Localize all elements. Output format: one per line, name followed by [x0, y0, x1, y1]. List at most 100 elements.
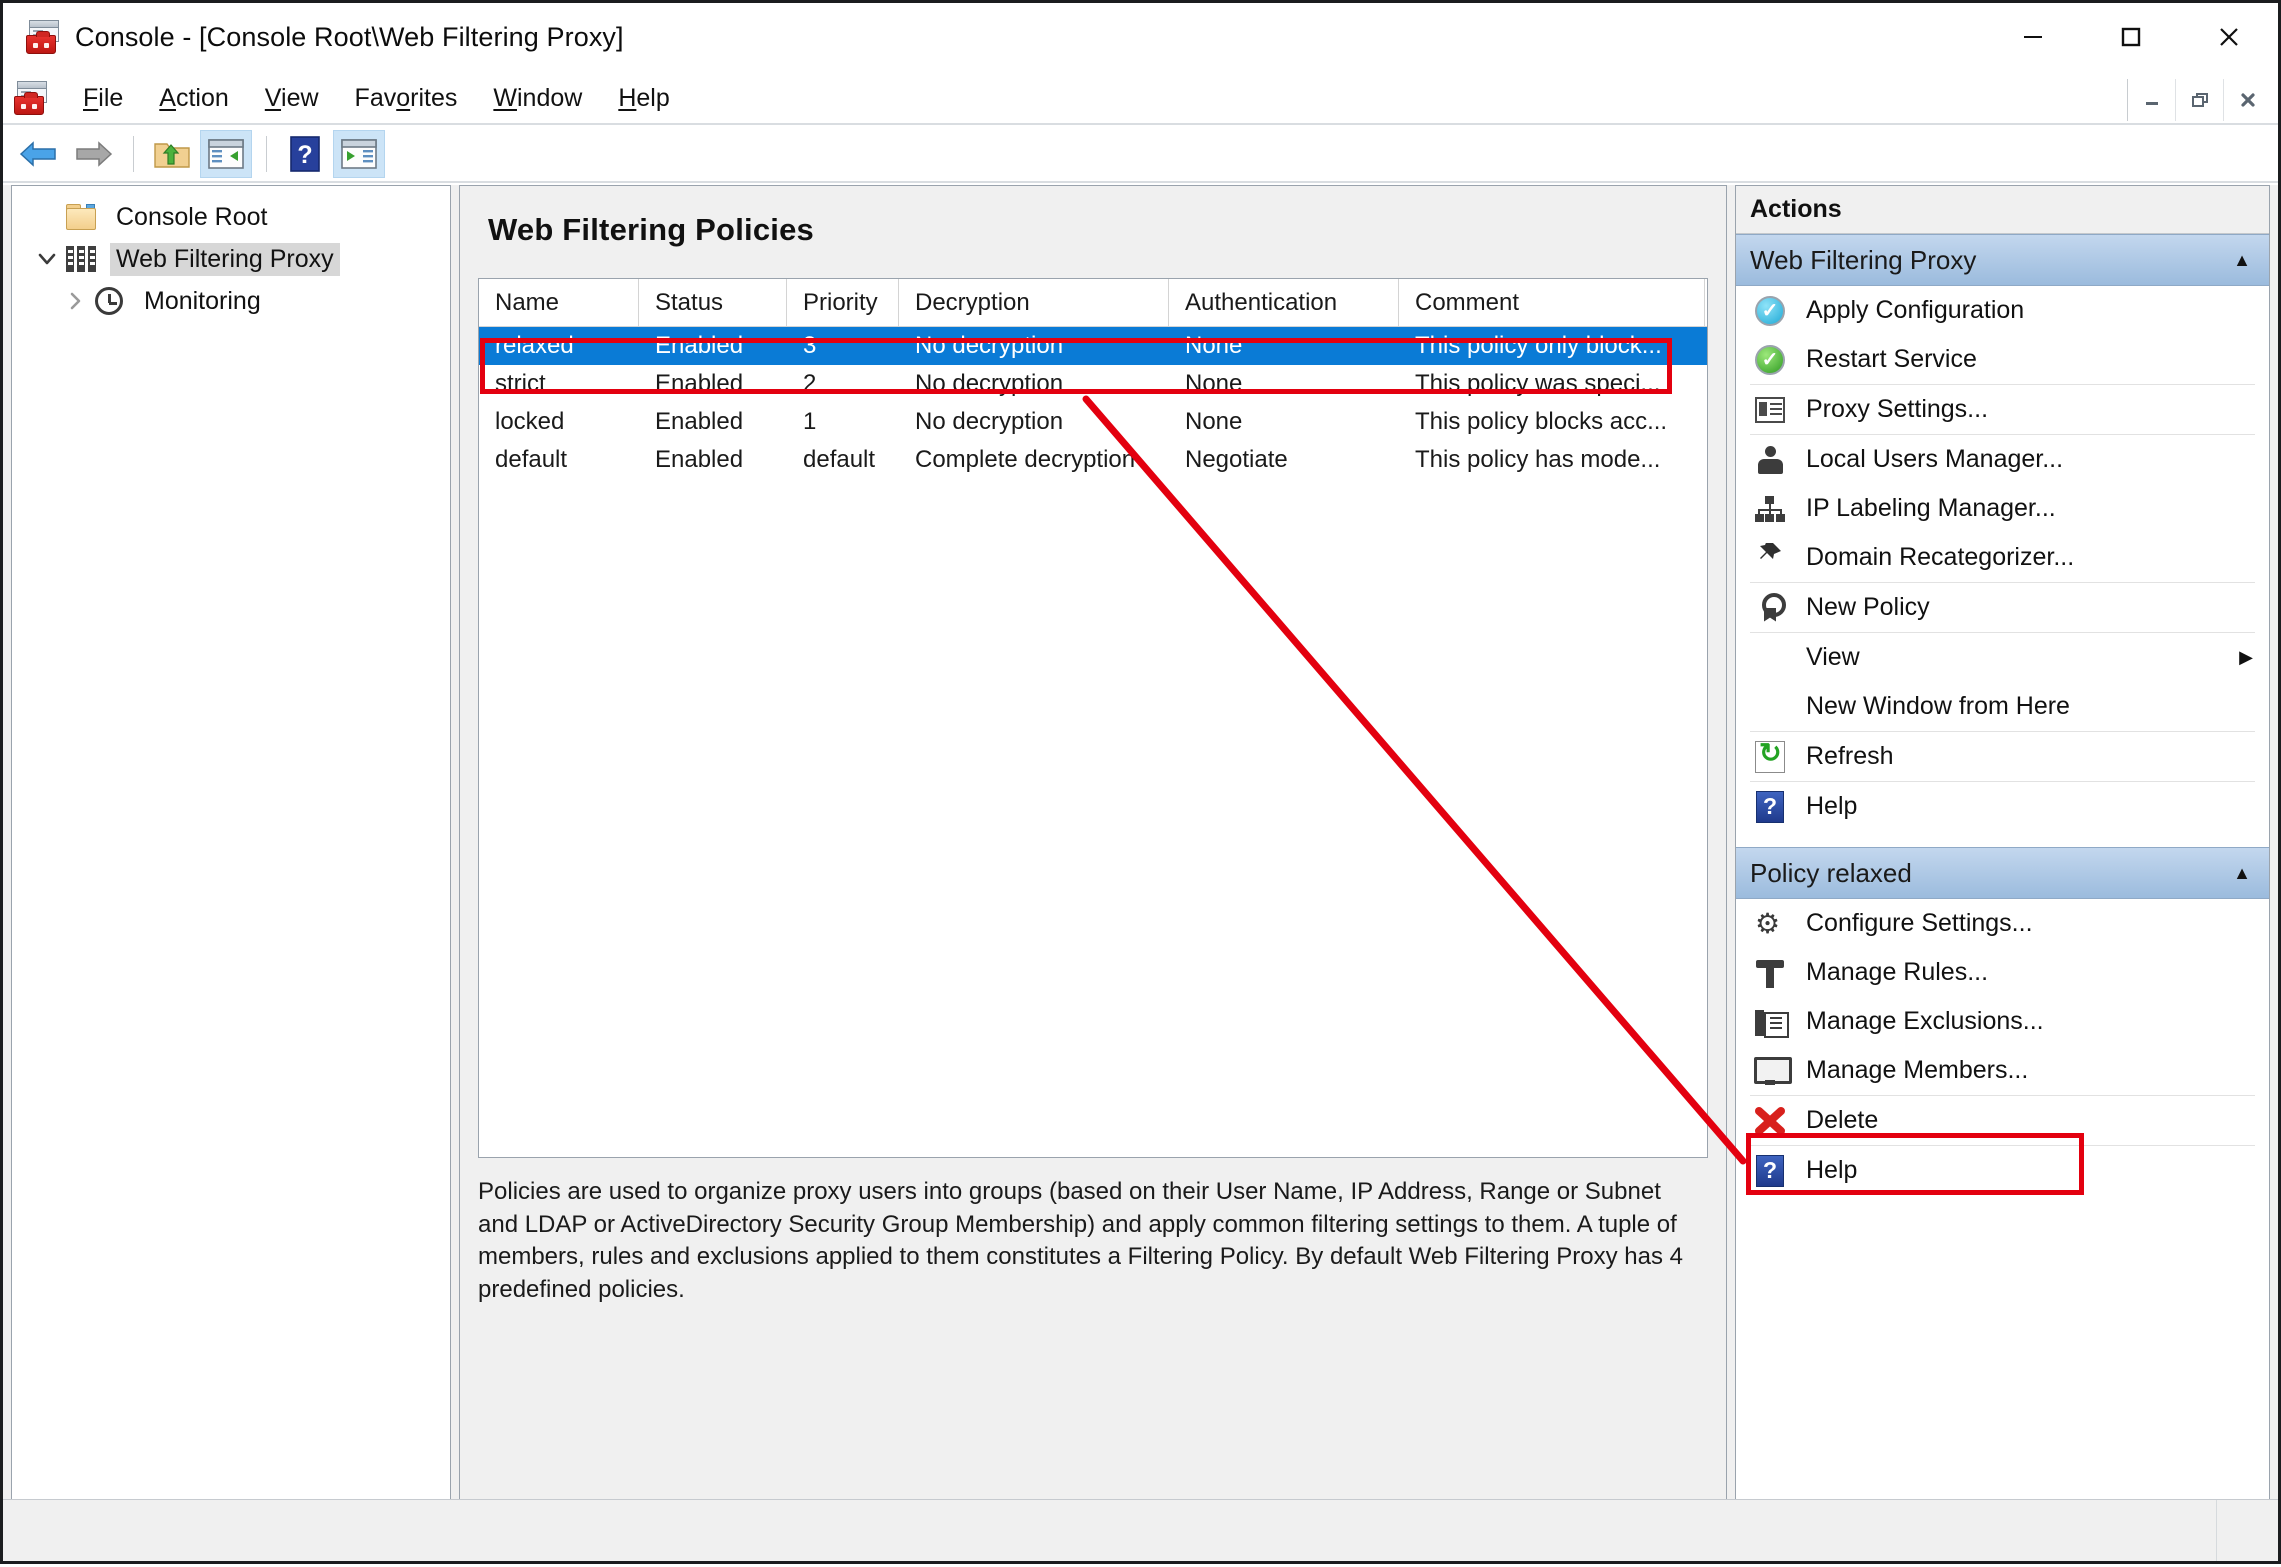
action-help-policy[interactable]: ? Help	[1736, 1146, 2269, 1195]
action-label: Proxy Settings...	[1806, 395, 1989, 423]
tree-node-monitoring[interactable]: Monitoring	[24, 280, 450, 322]
listview-body: relaxed Enabled 3 No decryption None Thi…	[479, 327, 1707, 479]
minimize-button[interactable]	[1984, 3, 2082, 71]
listview-header: Name Status Priority Decryption Authenti…	[479, 279, 1707, 327]
column-header-priority[interactable]: Priority	[787, 279, 899, 326]
action-apply-configuration[interactable]: ✓ Apply Configuration	[1736, 286, 2269, 335]
action-manage-members[interactable]: Manage Members...	[1736, 1046, 2269, 1095]
menu-favorites[interactable]: Favorites	[337, 80, 476, 117]
action-label: Local Users Manager...	[1806, 445, 2064, 473]
action-domain-recategorizer[interactable]: Domain Recategorizer...	[1736, 533, 2269, 582]
close-button[interactable]	[2180, 3, 2278, 71]
toolbar-separator-2	[266, 136, 267, 172]
configure-settings-gear-icon: ⚙	[1755, 907, 1781, 939]
chevron-up-icon[interactable]: ▲	[2233, 250, 2251, 271]
action-ip-labeling-manager[interactable]: IP Labeling Manager...	[1736, 484, 2269, 533]
actions-group-title: Web Filtering Proxy	[1750, 244, 1977, 275]
menu-action[interactable]: Action	[141, 80, 247, 117]
column-header-name[interactable]: Name	[479, 279, 639, 326]
action-label: Apply Configuration	[1806, 296, 2025, 324]
column-header-decryption[interactable]: Decryption	[899, 279, 1169, 326]
column-header-status[interactable]: Status	[639, 279, 787, 326]
menu-window-rest: indow	[516, 83, 583, 112]
tree-node-label: Console Root	[116, 202, 268, 231]
action-configure-settings[interactable]: ⚙ Configure Settings...	[1736, 899, 2269, 948]
toolbar-separator	[133, 136, 134, 172]
action-help[interactable]: ? Help	[1736, 782, 2269, 831]
console-tree: Console Root Web Filtering Proxy Monitor…	[12, 186, 450, 322]
forward-arrow-icon[interactable]	[67, 130, 119, 178]
window-title: Console - [Console Root\Web Filtering Pr…	[75, 21, 624, 52]
back-arrow-icon[interactable]	[13, 130, 65, 178]
local-users-manager-icon	[1750, 442, 1790, 478]
cell-decryption: No decryption	[915, 408, 1064, 435]
cell-comment: This policy has mode...	[1415, 446, 1661, 473]
manage-members-monitor-icon	[1750, 1053, 1792, 1089]
actions-group-header-web-filtering-proxy[interactable]: Web Filtering Proxy ▲	[1736, 234, 2269, 286]
menu-file-rest: ile	[98, 83, 124, 112]
help-icon[interactable]: ?	[279, 130, 331, 178]
action-manage-exclusions[interactable]: Manage Exclusions...	[1736, 997, 2269, 1046]
mdi-restore-button[interactable]	[2176, 79, 2224, 121]
cell-priority: 1	[803, 408, 817, 435]
menu-help[interactable]: Help	[600, 80, 687, 117]
action-label: New Window from Here	[1806, 692, 2070, 720]
cell-status: Enabled	[655, 370, 744, 397]
table-row[interactable]: strict Enabled 2 No decryption None This…	[479, 365, 1707, 403]
console-tree-icon[interactable]	[200, 130, 252, 178]
tree-node-console-root[interactable]: Console Root	[24, 196, 450, 238]
result-pane: Web Filtering Policies Name Status Prior…	[459, 185, 1727, 1500]
action-local-users-manager[interactable]: Local Users Manager...	[1736, 435, 2269, 484]
action-proxy-settings[interactable]: Proxy Settings...	[1736, 385, 2269, 434]
menu-window[interactable]: Window	[475, 80, 600, 117]
submenu-arrow-icon[interactable]: ▶	[2239, 647, 2253, 668]
cell-priority: 3	[803, 332, 817, 359]
mdi-window-controls	[2127, 79, 2272, 121]
action-delete[interactable]: Delete	[1736, 1096, 2269, 1145]
resize-grip[interactable]	[2216, 1500, 2278, 1561]
action-restart-service[interactable]: ✓ Restart Service	[1736, 335, 2269, 384]
action-new-policy[interactable]: New Policy	[1736, 583, 2269, 632]
folder-up-icon[interactable]	[146, 130, 198, 178]
mdi-minimize-button[interactable]	[2128, 79, 2176, 121]
action-label: View	[1806, 643, 1860, 671]
clock-icon	[92, 285, 126, 317]
cell-authentication: Negotiate	[1185, 446, 1288, 473]
menu-view[interactable]: View	[247, 80, 337, 117]
column-header-authentication[interactable]: Authentication	[1169, 279, 1399, 326]
chevron-down-icon[interactable]	[30, 242, 64, 276]
cell-name: strict	[495, 370, 546, 397]
action-new-window-from-here[interactable]: New Window from Here	[1736, 682, 2269, 731]
page-title: Web Filtering Policies	[488, 212, 814, 247]
ip-labeling-manager-icon	[1750, 491, 1790, 527]
cell-comment: This policy blocks acc...	[1415, 408, 1668, 435]
cell-authentication: None	[1185, 332, 1243, 359]
cell-name: locked	[495, 408, 565, 435]
policies-listview[interactable]: Name Status Priority Decryption Authenti…	[478, 278, 1708, 1158]
action-view[interactable]: View ▶	[1736, 633, 2269, 682]
cell-decryption: Complete decryption	[915, 446, 1136, 473]
chevron-up-icon[interactable]: ▲	[2233, 863, 2251, 884]
action-label: Refresh	[1806, 742, 1894, 770]
action-pane-icon[interactable]	[333, 130, 385, 178]
cell-decryption: No decryption	[915, 332, 1064, 359]
chevron-right-icon[interactable]	[58, 284, 92, 318]
no-icon-placeholder	[1750, 689, 1790, 725]
column-header-comment[interactable]: Comment	[1399, 279, 1705, 326]
menu-file[interactable]: File	[65, 80, 141, 117]
table-row[interactable]: relaxed Enabled 3 No decryption None Thi…	[479, 327, 1707, 365]
action-label: New Policy	[1806, 593, 1930, 621]
action-manage-rules[interactable]: Manage Rules...	[1736, 948, 2269, 997]
title-bar: Console - [Console Root\Web Filtering Pr…	[3, 3, 2278, 71]
actions-group-header-policy-relaxed[interactable]: Policy relaxed ▲	[1736, 847, 2269, 899]
action-label: Manage Rules...	[1806, 958, 1989, 986]
actions-pane: Actions Web Filtering Proxy ▲ ✓ Apply Co…	[1735, 185, 2270, 1500]
table-row[interactable]: default Enabled default Complete decrypt…	[479, 441, 1707, 479]
tree-node-web-filtering-proxy[interactable]: Web Filtering Proxy	[24, 238, 450, 280]
action-refresh[interactable]: Refresh	[1736, 732, 2269, 781]
mdi-close-button[interactable]	[2224, 79, 2272, 121]
cell-priority: default	[803, 446, 876, 473]
manage-exclusions-icon	[1750, 1004, 1790, 1040]
maximize-button[interactable]	[2082, 3, 2180, 71]
table-row[interactable]: locked Enabled 1 No decryption None This…	[479, 403, 1707, 441]
